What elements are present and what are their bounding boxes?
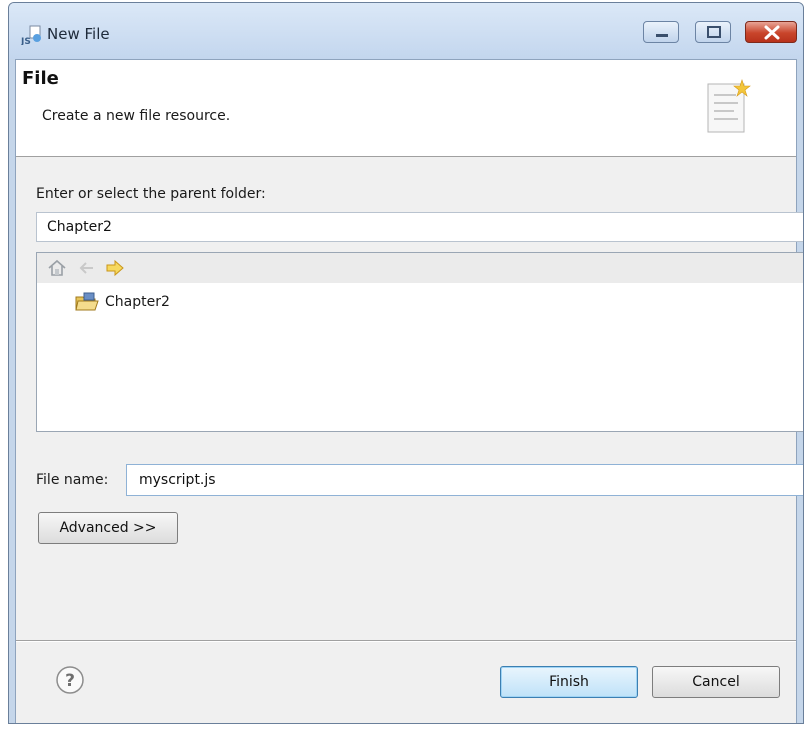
home-icon[interactable] (47, 259, 67, 277)
page-title: File (22, 68, 59, 89)
tree-item-chapter2[interactable]: Chapter2 (75, 291, 170, 313)
button-bar-separator (16, 640, 796, 642)
tree-item-label: Chapter2 (105, 294, 170, 310)
wizard-header: File Create a new file resource. (16, 60, 796, 157)
close-icon (764, 25, 780, 40)
cancel-button[interactable]: Cancel (652, 666, 780, 698)
maximize-button[interactable] (695, 21, 731, 43)
new-file-wizard-icon (707, 79, 751, 133)
finish-button[interactable]: Finish (500, 666, 638, 698)
maximize-icon (707, 26, 721, 38)
parent-folder-input[interactable] (36, 212, 803, 242)
help-icon[interactable]: ? (54, 664, 86, 696)
dialog-body: File Create a new file resource. Enter o… (15, 59, 803, 723)
advanced-button[interactable]: Advanced >> (38, 512, 178, 544)
tree-toolbar (37, 253, 803, 283)
minimize-button[interactable] (643, 21, 679, 43)
svg-text:?: ? (65, 671, 75, 691)
file-name-input[interactable] (126, 464, 803, 496)
folder-tree[interactable]: Chapter2 (36, 252, 803, 432)
new-file-dialog: JS New File File Create a new file resou… (8, 2, 804, 724)
page-description: Create a new file resource. (42, 108, 231, 124)
file-name-label: File name: (36, 472, 109, 488)
back-icon[interactable] (77, 259, 97, 277)
javascript-file-icon: JS (21, 25, 41, 45)
parent-folder-label: Enter or select the parent folder: (36, 186, 266, 202)
svg-text:JS: JS (21, 37, 31, 45)
title-bar[interactable]: JS New File (9, 3, 803, 59)
window-title: New File (47, 25, 110, 43)
forward-icon[interactable] (105, 259, 125, 277)
minimize-icon (656, 34, 668, 37)
project-folder-icon (75, 292, 99, 311)
close-button[interactable] (745, 21, 797, 43)
